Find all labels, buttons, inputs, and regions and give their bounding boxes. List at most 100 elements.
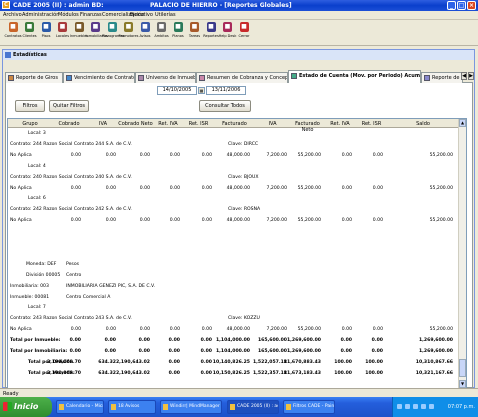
menu-item-0[interactable]: Archivo	[3, 12, 22, 18]
vertical-scroll-thumb[interactable]	[459, 359, 466, 377]
cell-value: 0.00	[138, 338, 150, 344]
table-row: Local: 4	[8, 162, 460, 172]
menu-item-6[interactable]: Utilerías	[155, 12, 176, 18]
report-grid[interactable]: Grupo Cobrado IVA Cobrado Neto Ret. IVA Ret. …	[7, 118, 467, 398]
cell-value: 0.00	[105, 185, 116, 191]
menu-item-3[interactable]: Finanzas	[80, 12, 102, 18]
column-header[interactable]: Ret. ISR	[355, 121, 388, 127]
taskbar-task-3[interactable]: CADE 2005 (II) : adm...	[227, 400, 279, 414]
taskbar-task-1[interactable]: 18 Avisos	[108, 400, 156, 414]
menu-item-2[interactable]: Módulos	[58, 12, 79, 18]
cell-value: 0.00	[138, 349, 150, 354]
column-header[interactable]: Ret. IVA	[153, 121, 183, 127]
antivirus-icon[interactable]	[413, 404, 418, 409]
column-header[interactable]: Facturado	[214, 121, 255, 127]
cell-value: 55,200.00	[429, 327, 453, 333]
menu-item-5[interactable]: Ejecutivo	[130, 12, 153, 18]
status-bar: Ready	[0, 388, 478, 397]
tab-scroll-right-icon[interactable]: ▶	[468, 72, 474, 80]
reports-icon: ■	[206, 22, 216, 32]
cell-value: 55,200.00	[297, 152, 321, 158]
maximize-button[interactable]: □	[457, 1, 466, 10]
tab-4[interactable]: Estado de Cuenta (Mov. por Periodo) Acum…	[288, 70, 421, 83]
column-header[interactable]: Cobrado Neto	[118, 121, 153, 127]
calendar-icon[interactable]: ▦	[198, 87, 205, 94]
taskbar-task-4[interactable]: Filtros CADE - Paint	[283, 400, 335, 414]
tab-1[interactable]: Vencimiento de Contratos	[63, 72, 135, 83]
cell-value: 55,200.00	[297, 218, 321, 224]
scroll-up-icon[interactable]: ▲	[459, 119, 466, 127]
table-row: Contrato: 242 Razon Social Contrato 242 …	[8, 205, 460, 215]
cell-value: 0.00	[70, 152, 81, 158]
table-row: No Aplica 0.00 0.00 0.00 0.00 0.00 48,000.00 7,…	[8, 325, 460, 335]
contract-label: Contrato: 240 Razon Social Contrato 240 …	[10, 174, 132, 180]
column-header[interactable]: IVA	[255, 121, 290, 127]
cell-value: 7,200.00	[266, 218, 287, 224]
table-row: No Aplica 0.00 0.00 0.00 0.00 0.00 48,000.00 7,…	[8, 151, 460, 161]
network-icon[interactable]	[397, 404, 402, 409]
cell-value: 2,190,643.02	[115, 370, 150, 376]
menu-bar: Archivo Administración Módulos Finanzas Come…	[0, 11, 478, 20]
tab-2[interactable]: Universo de Inmuebles	[135, 72, 196, 83]
vertical-scrollbar[interactable]: ▲ ▼	[458, 119, 466, 389]
info-value: Pesos	[66, 261, 80, 267]
row-label: No Aplica	[10, 185, 32, 191]
table-row: Local: 3	[8, 129, 460, 139]
toolbar-button-14[interactable]: ■ Cerrar	[234, 22, 254, 44]
volume-icon[interactable]	[405, 404, 410, 409]
menu-item-1[interactable]: Administración	[22, 12, 59, 18]
column-header[interactable]: Saldo	[388, 121, 458, 127]
tab-0[interactable]: Reporte de Giros	[5, 72, 63, 83]
cell-value: 634.32	[98, 359, 116, 365]
messenger-icon[interactable]	[421, 404, 426, 409]
column-header[interactable]: IVA	[88, 121, 118, 127]
query-all-button[interactable]: Consultar Todos	[199, 100, 251, 112]
tab-label: Estado de Cuenta (Mov. por Periodo) Acum…	[299, 73, 421, 79]
column-header[interactable]: Ret. ISR	[183, 121, 214, 127]
scroll-down-icon[interactable]: ▼	[459, 380, 466, 388]
row-label: No Aplica	[10, 327, 32, 333]
tab-5[interactable]: Reporte de P	[421, 72, 463, 83]
local-label: Local: 3	[28, 131, 46, 136]
table-row: Total por Inmueble: 0.00 0.00 0.00 0.00 0.00 1…	[8, 336, 460, 346]
blueprint-icon: ■	[173, 22, 183, 32]
close-button[interactable]: ×	[467, 1, 476, 10]
column-header[interactable]: Grupo	[10, 121, 50, 127]
contract-key: Clave: KOZZU	[228, 316, 260, 322]
tab-icon	[66, 75, 72, 81]
info-label: División 00005	[26, 272, 61, 278]
start-button[interactable]: Inicio	[0, 397, 52, 417]
window-icon	[230, 404, 235, 410]
column-header[interactable]: Ret. IVA	[325, 121, 355, 127]
tab-3[interactable]: Resumen de Cobranza y Concepto *	[196, 72, 288, 83]
minimize-button[interactable]: _	[447, 1, 456, 10]
cell-value: 48,000.00	[226, 327, 250, 333]
cell-value: 0.00	[169, 152, 180, 158]
window-icon	[286, 404, 291, 410]
cell-value: 0.00	[201, 185, 212, 191]
taskbar-task-2[interactable]: Windirr| MindManager ...	[160, 400, 222, 414]
cell-value: 0.00	[168, 370, 180, 376]
column-header[interactable]: Cobrado	[50, 121, 88, 127]
cell-value: 165,600.00	[257, 349, 287, 354]
taskbar-task-0[interactable]: Calendario - Microsof...	[56, 400, 104, 414]
cell-value: 0.00	[104, 349, 116, 354]
statistics-title: Estadísticas	[13, 52, 47, 58]
info-label: Moneda: DEF	[26, 261, 57, 267]
table-row: Total por División 2,190,008.70 634.32 2,19…	[8, 358, 460, 368]
date-from-field[interactable]: 14/10/2005	[157, 86, 197, 95]
table-row: Contrato: 243 Razon Social Contrato 243 …	[8, 314, 460, 324]
table-row: Total por Inmobiliaria: 0.00 0.00 0.00 0.00 0…	[8, 347, 460, 357]
tab-scroll-left-icon[interactable]: ◀	[461, 72, 467, 80]
cell-value: 1,269,600.00	[286, 349, 321, 354]
tab-label: Reporte de P	[432, 75, 463, 81]
info-label: Inmobiliaria: 003	[10, 283, 49, 289]
cell-value: 0.00	[372, 327, 383, 333]
update-icon[interactable]	[429, 404, 434, 409]
cell-value: 48,000.00	[226, 152, 250, 158]
date-to-field[interactable]: 13/11/2006	[206, 86, 246, 95]
clear-filters-button[interactable]: Quitar Filtros	[49, 100, 89, 112]
contract-key: Clave: ROSNA	[228, 207, 261, 213]
plans-icon: ■	[107, 22, 117, 32]
filters-button[interactable]: Filtros	[15, 100, 45, 112]
